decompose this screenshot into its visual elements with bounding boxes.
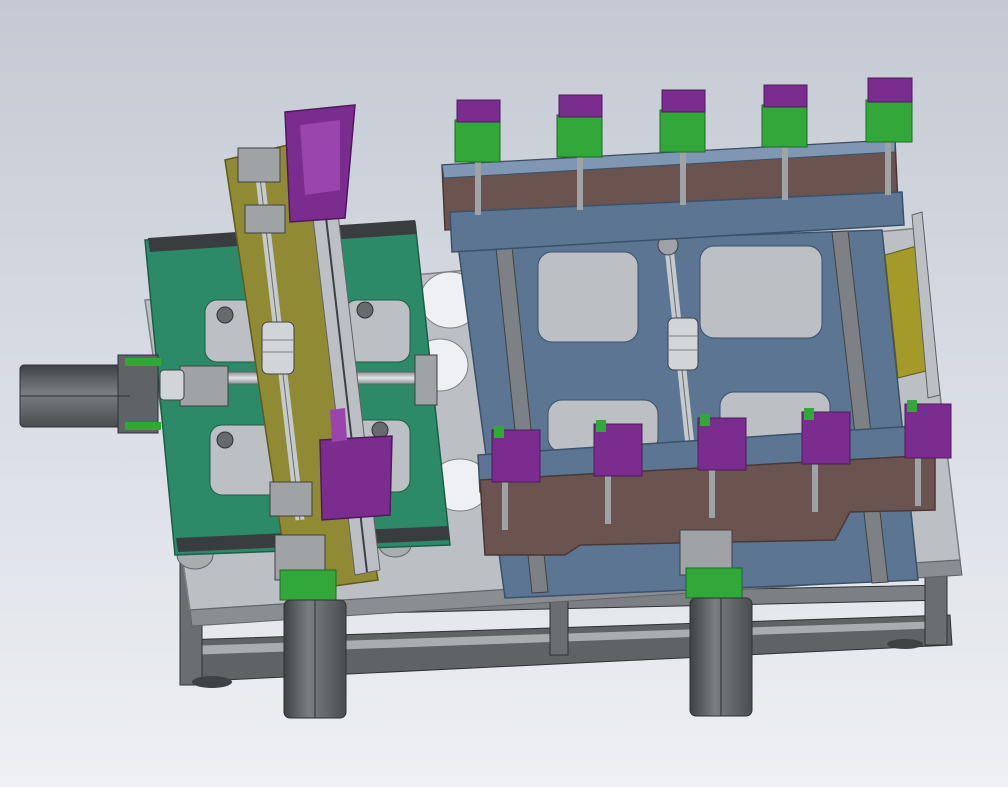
coupling-icon	[667, 317, 699, 371]
gripper-purple-cap	[558, 94, 603, 118]
gripper-green-tab	[804, 408, 814, 420]
gripper-purple-cap	[763, 84, 808, 108]
gripper-green-tab	[596, 420, 606, 432]
gripper-green-tab	[700, 414, 710, 426]
cad-assembly-drawing	[0, 0, 1008, 787]
frame-foot-right	[887, 639, 923, 649]
gripper-green-tab	[907, 400, 917, 412]
motor-mount-bracket	[125, 422, 161, 430]
center-motor-bracket	[685, 567, 743, 599]
green-plate-hole	[216, 431, 234, 449]
screw-end-block-mid	[244, 204, 286, 234]
green-plate-hole	[371, 421, 389, 439]
green-plate-hole	[216, 306, 234, 324]
purple-carriage-bottom-face	[330, 408, 347, 442]
frame-foot-left	[192, 676, 232, 688]
gripper-green-block	[659, 109, 706, 153]
left-coupling	[159, 369, 185, 401]
gripper-green-tab	[494, 426, 504, 438]
gripper-purple-cap	[456, 99, 501, 123]
gripper-green-block	[865, 99, 913, 143]
green-plate-hole	[356, 301, 374, 319]
purple-carriage-bottom	[319, 435, 393, 521]
gripper-purple-block	[904, 403, 952, 459]
screw-end-block-bottom	[269, 481, 313, 517]
gripper-green-block	[556, 114, 603, 158]
motor-mount-bracket	[125, 358, 161, 366]
left-motor-bracket	[279, 569, 337, 601]
right-bearing-block	[414, 354, 438, 406]
blue-coupling-body	[667, 317, 699, 371]
gripper-purple-cap	[661, 89, 706, 113]
servo-motor-icon	[19, 354, 161, 434]
screw-end-block-top	[237, 147, 281, 183]
blue-window-tl	[537, 251, 639, 343]
coupling-body	[261, 321, 295, 375]
purple-carriage-top-face	[300, 120, 340, 195]
gripper-green-block	[454, 119, 501, 163]
blue-window-tr	[699, 245, 823, 339]
motor-flange	[117, 354, 159, 434]
gripper-green-block	[761, 104, 808, 148]
coupling-icon	[261, 321, 295, 375]
cad-viewport	[0, 0, 1008, 787]
gripper-purple-cap	[867, 77, 913, 103]
left-bearing-block	[179, 365, 229, 407]
